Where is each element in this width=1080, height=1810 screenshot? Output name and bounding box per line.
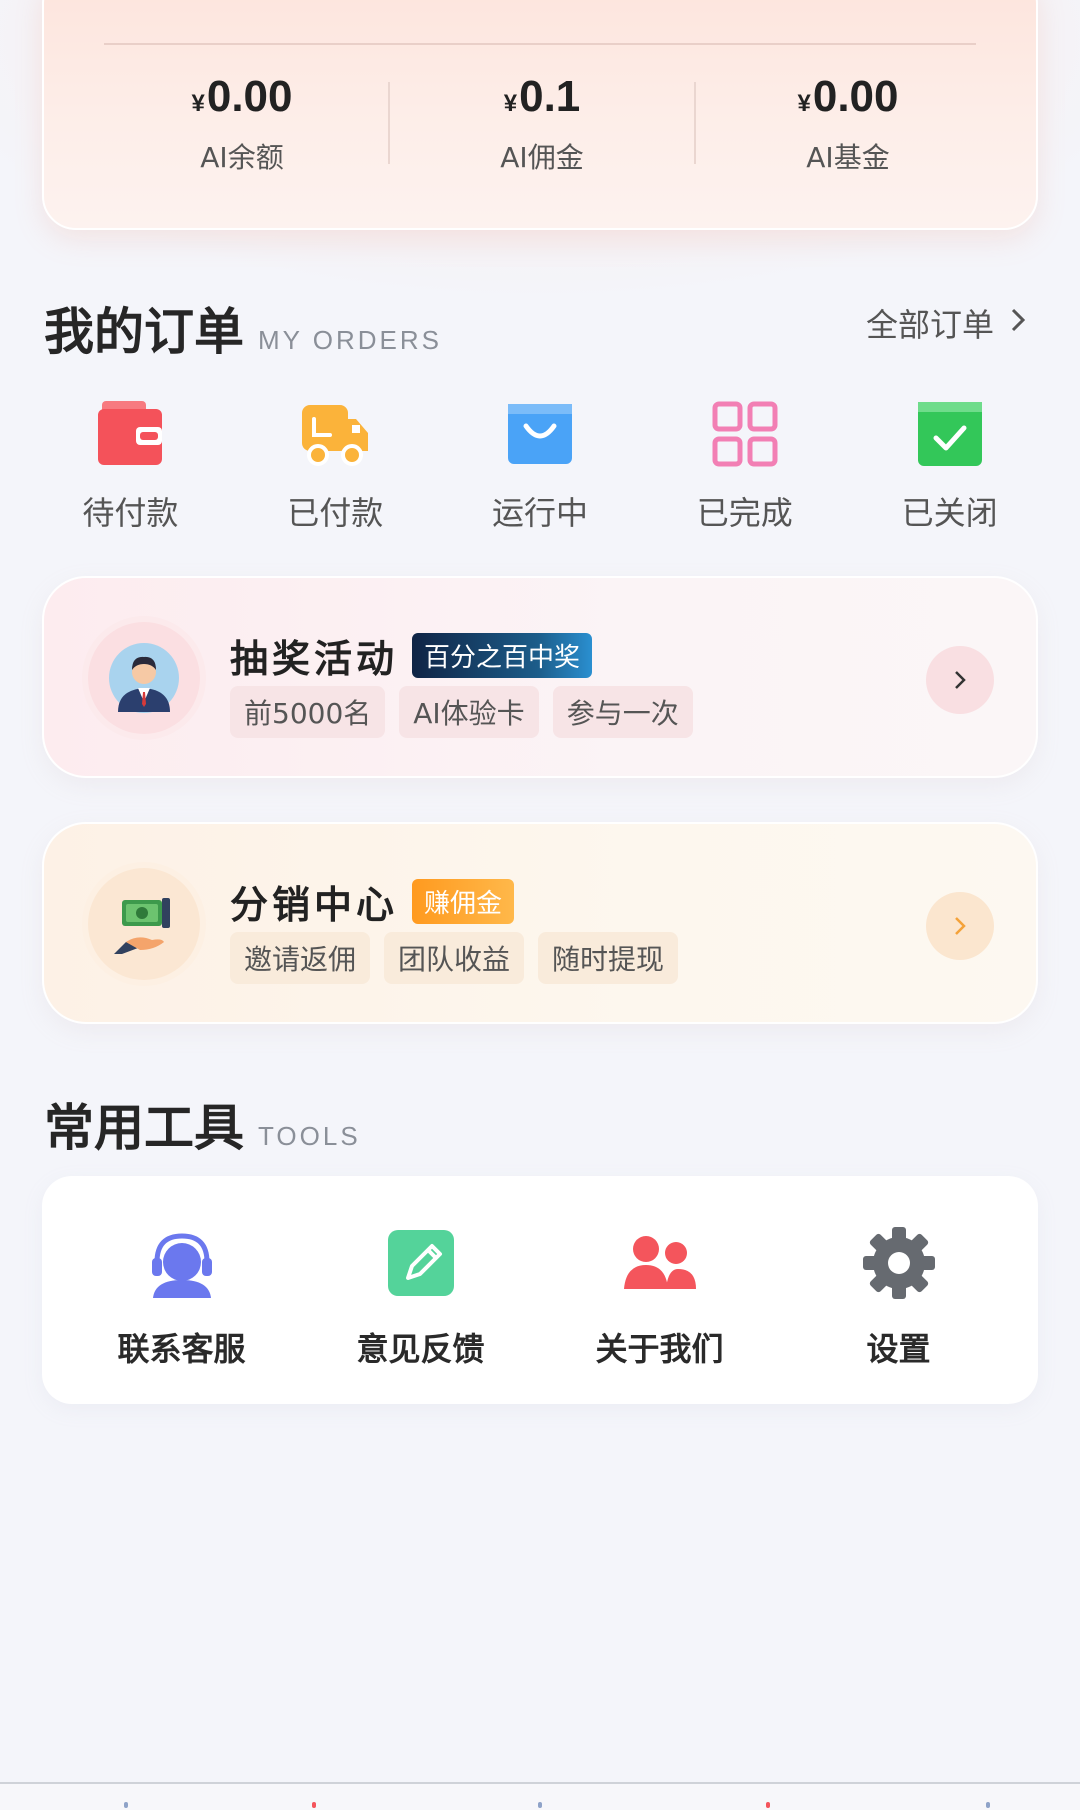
- wallet-separator: [694, 82, 696, 164]
- avatar: [88, 622, 200, 734]
- tools-title: 常用工具: [44, 1099, 244, 1157]
- check-box-icon: [914, 398, 986, 470]
- lottery-tags: 前5000名 AI体验卡 参与一次: [230, 686, 707, 738]
- chevron-right-icon: [1010, 306, 1026, 341]
- lottery-tag: AI体验卡: [399, 686, 539, 738]
- orders-title: 我的订单: [44, 303, 244, 361]
- distribution-tag: 随时提现: [538, 932, 679, 984]
- bottom-tab-bar: [0, 1782, 1080, 1810]
- users-icon: [621, 1224, 699, 1302]
- tab-indicator: [766, 1802, 770, 1808]
- tool-settings-label: 设置: [866, 1330, 931, 1368]
- tab-indicator: [986, 1802, 990, 1808]
- order-completed[interactable]: 已完成: [642, 398, 847, 538]
- lottery-title-row: 抽奖活动 百分之百中奖: [230, 628, 593, 683]
- wallet-icon: [94, 398, 166, 470]
- distribution-arrow-button[interactable]: [926, 892, 994, 960]
- tool-customer-service-label: 联系客服: [117, 1330, 246, 1368]
- distribution-tag: 邀请返佣: [230, 932, 371, 984]
- tab-indicator: [124, 1802, 128, 1808]
- ai-balance-amount: ¥0.00: [191, 72, 293, 121]
- order-paid[interactable]: 已付款: [233, 398, 438, 538]
- tools-card: 联系客服 意见反馈 关于我们 设置: [42, 1176, 1038, 1404]
- tool-feedback-label: 意见反馈: [356, 1330, 485, 1368]
- feedback-edit-icon: [382, 1224, 460, 1302]
- lottery-tag: 参与一次: [552, 686, 693, 738]
- tab-indicator: [538, 1802, 542, 1808]
- shopping-bag-icon: [504, 398, 576, 470]
- ai-fund[interactable]: ¥0.00 AI基金: [698, 72, 998, 176]
- lottery-title: 抽奖活动: [230, 637, 399, 681]
- distribution-title-row: 分销中心 赚佣金: [230, 874, 515, 929]
- tool-about-us[interactable]: 关于我们: [540, 1176, 779, 1404]
- order-running[interactable]: 运行中: [438, 398, 643, 538]
- wallet-separator: [388, 82, 390, 164]
- ai-balance-label: AI余额: [200, 141, 284, 174]
- tool-about-us-label: 关于我们: [595, 1330, 724, 1368]
- ai-balance[interactable]: ¥0.00 AI余额: [92, 72, 392, 176]
- wallet-divider: [104, 43, 976, 45]
- ai-fund-amount: ¥0.00: [797, 72, 899, 121]
- tools-section-title: 常用工具 TOOLS: [44, 1088, 361, 1160]
- avatar: [88, 868, 200, 980]
- tool-customer-service[interactable]: 联系客服: [62, 1176, 301, 1404]
- grid-icon: [709, 398, 781, 470]
- ai-commission-amount: ¥0.1: [503, 72, 581, 121]
- delivery-truck-icon: [299, 398, 371, 470]
- order-completed-label: 已完成: [696, 494, 793, 532]
- money-hand-icon: [114, 898, 170, 954]
- order-running-label: 运行中: [491, 494, 588, 532]
- gear-icon: [860, 1224, 938, 1302]
- tools-title-en: TOOLS: [258, 1121, 361, 1151]
- orders-title-en: MY ORDERS: [258, 325, 442, 355]
- lottery-card[interactable]: 抽奖活动 百分之百中奖 前5000名 AI体验卡 参与一次: [42, 576, 1038, 778]
- all-orders-link[interactable]: 全部订单: [866, 300, 1026, 346]
- businessman-icon: [109, 643, 179, 713]
- distribution-tags: 邀请返佣 团队收益 随时提现: [230, 932, 692, 984]
- chevron-right-icon: [955, 671, 966, 689]
- ai-commission-label: AI佣金: [500, 141, 584, 174]
- lottery-tag: 前5000名: [230, 686, 386, 738]
- order-paid-label: 已付款: [287, 494, 384, 532]
- tool-settings[interactable]: 设置: [779, 1176, 1018, 1404]
- all-orders-label: 全部订单: [865, 306, 994, 344]
- ai-commission[interactable]: ¥0.1 AI佣金: [392, 72, 692, 176]
- distribution-title: 分销中心: [230, 883, 399, 927]
- order-pending-payment-label: 待付款: [82, 494, 179, 532]
- order-pending-payment[interactable]: 待付款: [28, 398, 233, 538]
- order-status-row: 待付款 已付款 运行中 已完成 已关闭: [28, 398, 1052, 538]
- tab-indicator: [312, 1802, 316, 1808]
- lottery-arrow-button[interactable]: [926, 646, 994, 714]
- wallet-summary-card: ¥0.00 AI余额 ¥0.1 AI佣金 ¥0.00 AI基金: [42, 0, 1038, 230]
- customer-service-icon: [143, 1224, 221, 1302]
- ai-fund-label: AI基金: [806, 141, 890, 174]
- distribution-tag: 团队收益: [384, 932, 525, 984]
- lottery-badge: 百分之百中奖: [412, 633, 593, 678]
- orders-section-title: 我的订单 MY ORDERS: [44, 292, 442, 364]
- chevron-right-icon: [955, 917, 966, 935]
- order-closed-label: 已关闭: [901, 494, 998, 532]
- distribution-badge: 赚佣金: [412, 879, 515, 924]
- distribution-card[interactable]: 分销中心 赚佣金 邀请返佣 团队收益 随时提现: [42, 822, 1038, 1024]
- tool-feedback[interactable]: 意见反馈: [301, 1176, 540, 1404]
- order-closed[interactable]: 已关闭: [847, 398, 1052, 538]
